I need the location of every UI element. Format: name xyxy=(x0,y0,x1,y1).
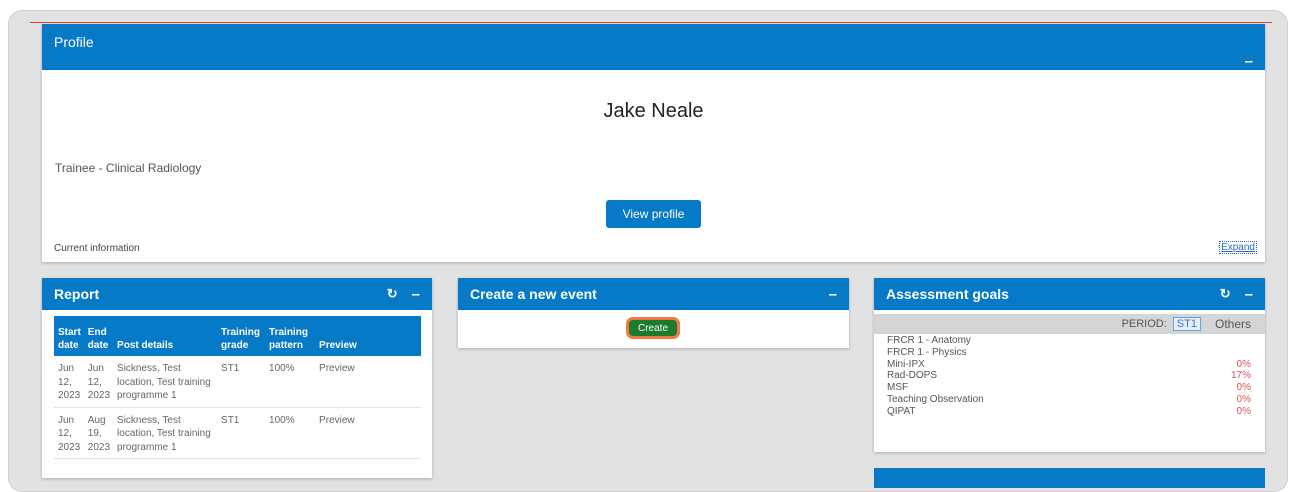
cell-start-date: Jun 12, 2023 xyxy=(54,356,84,408)
minimize-icon[interactable]: – xyxy=(412,286,420,303)
period-selector: PERIOD: ST1 Others xyxy=(874,314,1265,334)
goal-percent: 17% xyxy=(1230,370,1251,382)
next-panel-header xyxy=(874,468,1265,488)
period-label: PERIOD: xyxy=(1121,318,1167,330)
list-item: Teaching Observation 0% xyxy=(887,393,1251,405)
table-row: Jun 12, 2023 Jun 12, 2023 Sickness, Test… xyxy=(54,356,421,408)
preview-link[interactable]: Preview xyxy=(315,356,421,408)
report-table-header-row: Start date End date Post details Trainin… xyxy=(54,316,421,356)
expand-link[interactable]: Expand xyxy=(1219,241,1257,254)
period-tab-others[interactable]: Others xyxy=(1215,317,1251,331)
column-header-start-date: Start date xyxy=(54,316,84,356)
assessment-goals-panel: Assessment goals ↻ – PERIOD: ST1 Others … xyxy=(874,278,1265,452)
goal-list: FRCR 1 - Anatomy FRCR 1 - Physics Mini-I… xyxy=(887,336,1251,419)
goal-percent: 0% xyxy=(1236,405,1251,417)
goal-name: Rad-DOPS xyxy=(887,370,938,382)
goal-percent: 0% xyxy=(1236,358,1251,370)
profile-name: Jake Neale xyxy=(603,100,704,122)
column-header-post-details: Post details xyxy=(113,316,218,356)
goal-name: FRCR 1 - Anatomy xyxy=(887,335,971,346)
profile-panel: Profile – Jake Neale Trainee - Clinical … xyxy=(42,24,1265,262)
preview-link[interactable]: Preview xyxy=(315,407,421,459)
list-item: QIPAT 0% xyxy=(887,405,1251,417)
refresh-icon[interactable]: ↻ xyxy=(1220,286,1231,302)
create-event-panel: Create a new event – Create xyxy=(458,278,849,348)
list-item: MSF 0% xyxy=(887,383,1251,393)
goal-name: Mini-IPX xyxy=(887,358,925,370)
list-item: Mini-IPX 0% xyxy=(887,358,1251,370)
goal-name: FRCR 1 - Physics xyxy=(887,346,967,358)
column-header-training-pattern: Training pattern xyxy=(265,316,316,356)
column-header-preview: Preview xyxy=(315,316,421,356)
profile-header: Profile – xyxy=(42,24,1265,70)
create-button[interactable]: Create xyxy=(626,317,680,339)
cell-training-grade: ST1 xyxy=(217,356,266,408)
cell-start-date: Jun 12, 2023 xyxy=(54,407,84,459)
cell-end-date: Jun 12, 2023 xyxy=(83,356,114,408)
list-item: FRCR 1 - Anatomy xyxy=(887,336,1251,346)
report-table: Start date End date Post details Trainin… xyxy=(54,316,421,459)
current-information-label: Current information xyxy=(54,243,140,254)
goal-name: MSF xyxy=(887,382,909,394)
list-item: Rad-DOPS 17% xyxy=(887,371,1251,381)
table-row: Jun 12, 2023 Aug 19, 2023 Sickness, Test… xyxy=(54,407,421,459)
goal-percent: 0% xyxy=(1236,393,1251,405)
cell-training-pattern: 100% xyxy=(265,356,316,408)
cell-training-grade: ST1 xyxy=(217,407,266,459)
goal-name: Teaching Observation xyxy=(887,393,984,405)
minimize-icon[interactable]: – xyxy=(829,286,837,303)
assessment-goals-header-title: Assessment goals xyxy=(886,286,1009,302)
period-tab-st1[interactable]: ST1 xyxy=(1172,317,1201,331)
minimize-icon[interactable]: – xyxy=(1245,53,1253,70)
view-profile-button[interactable]: View profile xyxy=(606,200,701,228)
profile-role: Trainee - Clinical Radiology xyxy=(55,161,202,175)
assessment-goals-header: Assessment goals ↻ – xyxy=(874,278,1265,310)
cell-end-date: Aug 19, 2023 xyxy=(83,407,114,459)
cell-post-details: Sickness, Test location, Test training p… xyxy=(113,356,218,408)
refresh-icon[interactable]: ↻ xyxy=(387,286,398,302)
list-item: FRCR 1 - Physics xyxy=(887,346,1251,358)
column-header-end-date: End date xyxy=(83,316,114,356)
goal-percent: 0% xyxy=(1236,382,1251,394)
column-header-training-grade: Training grade xyxy=(217,316,266,356)
goal-name: QIPAT xyxy=(887,405,916,417)
create-event-header: Create a new event – xyxy=(458,278,849,310)
cell-post-details: Sickness, Test location, Test training p… xyxy=(113,407,218,459)
create-event-header-title: Create a new event xyxy=(470,286,597,302)
profile-header-title: Profile xyxy=(54,34,94,50)
minimize-icon[interactable]: – xyxy=(1245,286,1253,303)
report-header: Report ↻ – xyxy=(42,278,432,310)
report-header-title: Report xyxy=(54,286,100,302)
cell-training-pattern: 100% xyxy=(265,407,316,459)
report-panel: Report ↻ – Start date End date Post deta… xyxy=(42,278,432,478)
top-divider xyxy=(30,22,1272,23)
